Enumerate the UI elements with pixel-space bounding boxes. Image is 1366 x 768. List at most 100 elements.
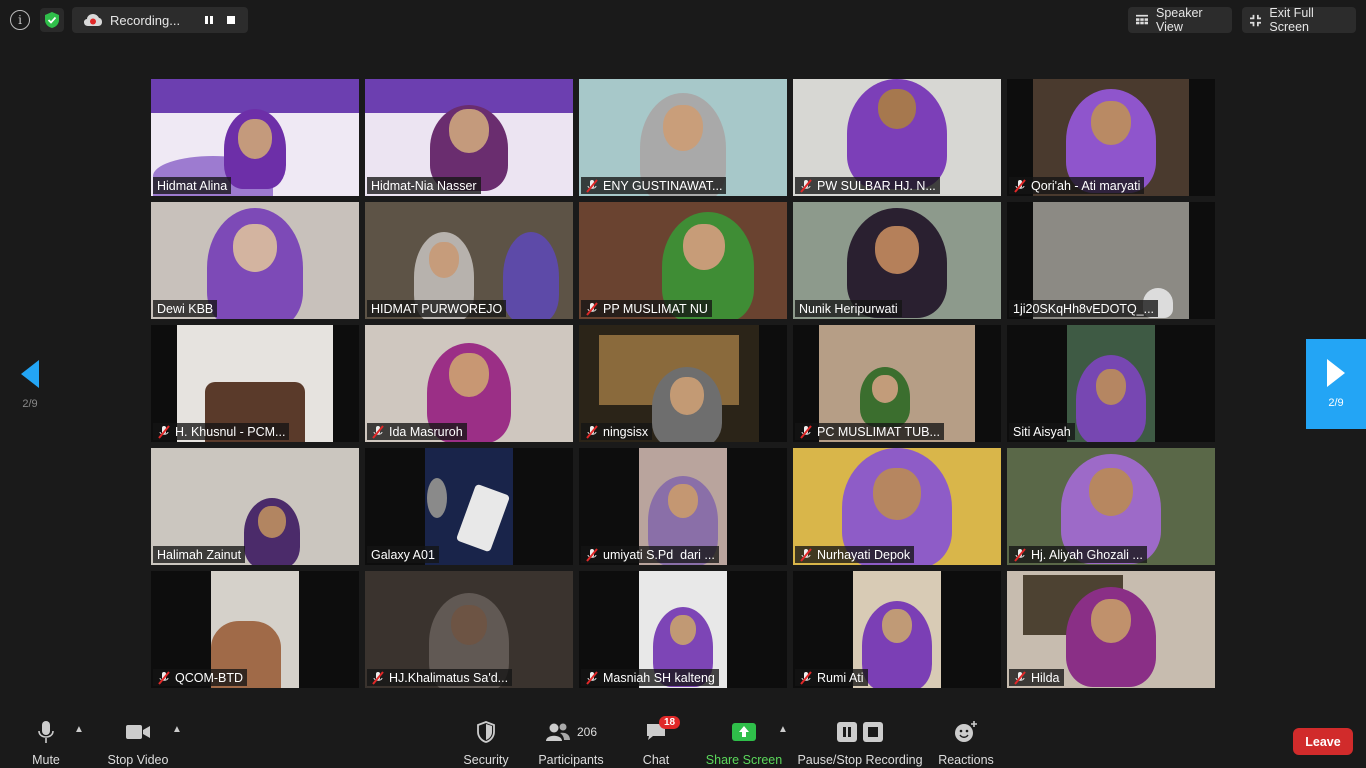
muted-mic-icon (585, 547, 599, 562)
previous-page-button[interactable]: 2/9 (0, 340, 60, 430)
participant-tile[interactable]: PW SULBAR HJ. N... (793, 79, 1001, 196)
participant-tile[interactable]: Ida Masruroh (365, 325, 573, 442)
muted-mic-icon (1013, 178, 1027, 193)
participant-tile[interactable]: 1ji20SKqHh8vEDOTQ_... (1007, 202, 1215, 319)
participant-tile[interactable]: ENY GUSTINAWAT... (579, 79, 787, 196)
participant-tile[interactable]: Masniah SH kalteng (579, 571, 787, 688)
participant-name: Nunik Heripurwati (795, 300, 902, 317)
muted-mic-icon (585, 178, 599, 193)
reactions-button[interactable]: Reactions (938, 720, 994, 767)
leave-meeting-button[interactable]: Leave (1293, 728, 1353, 755)
participant-tile[interactable]: Siti Aisyah (1007, 325, 1215, 442)
pause-stop-recording-button[interactable]: Pause/Stop Recording (797, 720, 923, 767)
cloud-record-icon (84, 14, 102, 26)
muted-mic-icon (585, 424, 599, 439)
participant-name: Rumi Ati (795, 669, 868, 686)
participants-label: Participants (538, 753, 604, 767)
participant-name: Dewi KBB (153, 300, 218, 317)
participant-name: H. Khusnul - PCM... (153, 423, 290, 440)
muted-mic-icon (371, 424, 385, 439)
participant-name: Galaxy A01 (367, 546, 439, 563)
encryption-shield-icon[interactable] (40, 8, 64, 32)
stop-video-button[interactable]: Stop Video (106, 720, 170, 767)
participant-tile[interactable]: Qori'ah - Ati maryati (1007, 79, 1215, 196)
pause-recording-button[interactable] (198, 15, 220, 25)
participant-tile[interactable]: ningsisx (579, 325, 787, 442)
participant-tile[interactable]: Dewi KBB (151, 202, 359, 319)
participant-name: umiyati S.Pd dari ... (581, 546, 719, 563)
participant-tile[interactable]: Hilda (1007, 571, 1215, 688)
muted-mic-icon (157, 670, 171, 685)
mute-button[interactable]: Mute (30, 720, 62, 767)
security-label: Security (463, 753, 509, 767)
participant-name: PW SULBAR HJ. N... (795, 177, 940, 194)
info-icon[interactable]: i (10, 10, 30, 30)
muted-mic-icon (585, 301, 599, 316)
chat-button[interactable]: 18 Chat (640, 716, 681, 767)
recording-indicator: Recording... (72, 7, 248, 33)
participant-tile[interactable]: umiyati S.Pd dari ... (579, 448, 787, 565)
participant-tile[interactable]: PC MUSLIMAT TUB... (793, 325, 1001, 442)
audio-options-caret[interactable]: ▲ (74, 724, 84, 735)
participant-tile[interactable]: PP MUSLIMAT NU (579, 202, 787, 319)
participant-tile[interactable]: Nunik Heripurwati (793, 202, 1001, 319)
participant-name: Masniah SH kalteng (581, 669, 719, 686)
people-icon (545, 723, 570, 741)
share-screen-label: Share Screen (705, 753, 783, 767)
participant-name: Hidmat Alina (153, 177, 232, 194)
pause-icon (205, 16, 213, 24)
participant-tile[interactable]: Rumi Ati (793, 571, 1001, 688)
exit-full-screen-button[interactable]: Exit Full Screen (1242, 6, 1356, 34)
speaker-view-button[interactable]: Speaker View (1128, 6, 1232, 34)
recording-status-text: Recording... (110, 12, 181, 28)
pause-icon (837, 722, 857, 742)
muted-mic-icon (799, 178, 813, 193)
participant-name: Hidmat-Nia Nasser (367, 177, 481, 194)
exit-full-screen-label: Exit Full Screen (1269, 6, 1314, 34)
participant-tile[interactable]: HIDMAT PURWOREJO (365, 202, 573, 319)
muted-mic-icon (1013, 547, 1027, 562)
muted-mic-icon (157, 424, 171, 439)
participant-tile[interactable]: Hj. Aliyah Ghozali ... (1007, 448, 1215, 565)
microphone-icon (38, 721, 54, 743)
participant-name: Hj. Aliyah Ghozali ... (1009, 546, 1147, 563)
recording-control-label: Pause/Stop Recording (797, 753, 923, 767)
page-indicator-right: 2/9 (1328, 397, 1344, 409)
participants-button[interactable]: 206 Participants (538, 720, 604, 767)
participant-tile[interactable]: H. Khusnul - PCM... (151, 325, 359, 442)
participant-name: Halimah Zainut (153, 546, 246, 563)
participant-name: Qori'ah - Ati maryati (1009, 177, 1145, 194)
share-options-caret[interactable]: ▲ (778, 724, 788, 735)
participants-count: 206 (576, 725, 598, 739)
participant-tile[interactable]: Hidmat Alina (151, 79, 359, 196)
security-button[interactable]: Security (461, 720, 511, 767)
shield-icon (477, 721, 495, 743)
next-page-button[interactable]: 2/9 (1306, 339, 1366, 429)
participant-name: PC MUSLIMAT TUB... (795, 423, 944, 440)
stop-recording-button[interactable] (220, 15, 242, 25)
participant-tile[interactable]: Galaxy A01 (365, 448, 573, 565)
stop-icon (227, 16, 235, 24)
participant-name: Siti Aisyah (1009, 423, 1075, 440)
participant-tile[interactable]: QCOM-BTD (151, 571, 359, 688)
participant-tile-active-speaker[interactable]: Hidmat-Nia Nasser (365, 79, 573, 196)
muted-mic-icon (799, 424, 813, 439)
muted-mic-icon (585, 670, 599, 685)
muted-mic-icon (799, 547, 813, 562)
participant-name: HIDMAT PURWOREJO (367, 300, 507, 317)
video-gallery: Hidmat Alina Hidmat-Nia Nasser ENY GUSTI… (151, 79, 1215, 688)
participant-name: PP MUSLIMAT NU (581, 300, 712, 317)
share-screen-button[interactable]: Share Screen (705, 720, 783, 767)
stop-video-label: Stop Video (107, 753, 169, 767)
participant-name: Nurhayati Depok (795, 546, 915, 563)
participant-name: Hilda (1009, 669, 1064, 686)
participant-tile[interactable]: HJ.Khalimatus Sa'd... (365, 571, 573, 688)
participant-name: 1ji20SKqHh8vEDOTQ_... (1009, 300, 1159, 317)
participant-tile[interactable]: Halimah Zainut (151, 448, 359, 565)
participant-name: ENY GUSTINAWAT... (581, 177, 727, 194)
participant-tile[interactable]: Nurhayati Depok (793, 448, 1001, 565)
smiley-plus-icon (955, 721, 977, 742)
page-indicator-left: 2/9 (22, 398, 38, 410)
participant-name: ningsisx (581, 423, 653, 440)
video-options-caret[interactable]: ▲ (172, 724, 182, 735)
